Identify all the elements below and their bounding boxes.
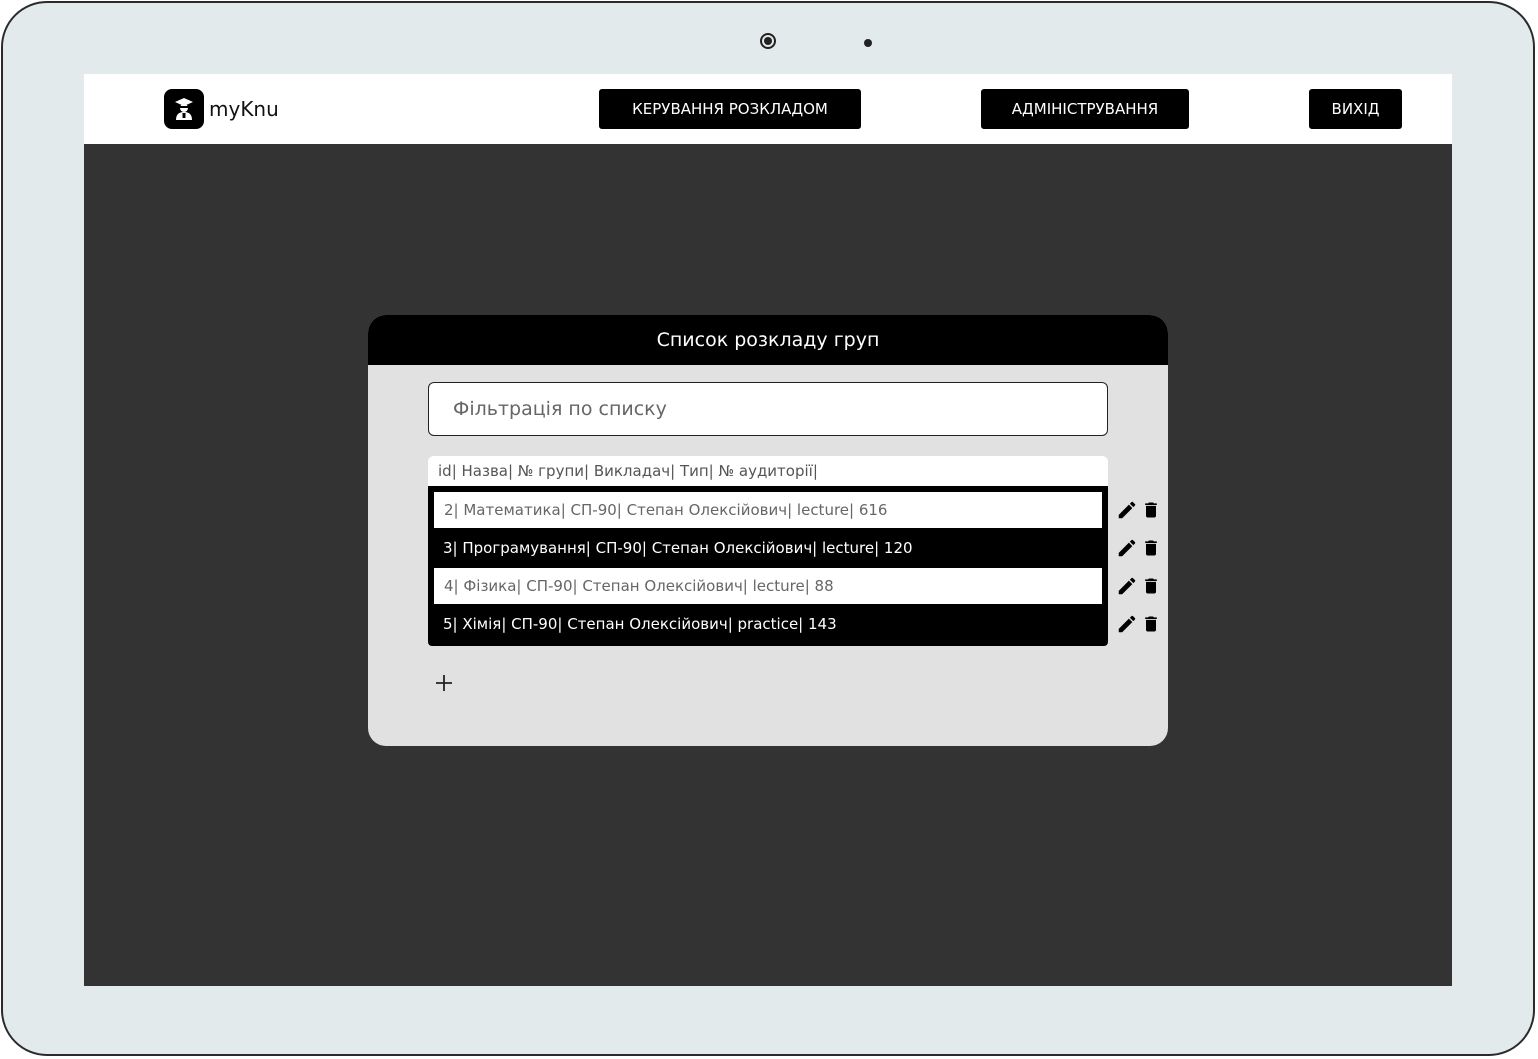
graduate-icon <box>164 89 204 129</box>
list-item[interactable]: 4| Фізика| СП-90| Степан Олексійович| le… <box>434 568 1102 604</box>
row-actions <box>1116 575 1162 597</box>
row-actions <box>1116 537 1162 559</box>
exit-button[interactable]: ВИХІД <box>1309 89 1402 129</box>
top-navbar: myKnu КЕРУВАННЯ РОЗКЛАДОМ АДМІНІСТРУВАНН… <box>84 74 1452 144</box>
filter-input[interactable]: Фільтрація по списку <box>428 382 1108 436</box>
pencil-icon[interactable] <box>1116 499 1138 521</box>
list-item[interactable]: 2| Математика| СП-90| Степан Олексійович… <box>434 492 1102 528</box>
camera-icon <box>760 33 776 49</box>
pencil-icon[interactable] <box>1116 575 1138 597</box>
list-column-header: id| Назва| № групи| Викладач| Тип| № ауд… <box>428 456 1108 486</box>
pencil-icon[interactable] <box>1116 537 1138 559</box>
row-actions <box>1116 499 1162 521</box>
list-item[interactable]: 5| Хімія| СП-90| Степан Олексійович| pra… <box>434 606 1102 642</box>
schedule-list: 2| Математика| СП-90| Степан Олексійович… <box>428 486 1108 646</box>
card-title: Список розкладу груп <box>368 315 1168 365</box>
app-screen: myKnu КЕРУВАННЯ РОЗКЛАДОМ АДМІНІСТРУВАНН… <box>84 74 1452 986</box>
list-item[interactable]: 3| Програмування| СП-90| Степан Олексійо… <box>434 530 1102 566</box>
trash-icon[interactable] <box>1141 575 1161 597</box>
schedule-list-card: Список розкладу груп Фільтрація по списк… <box>368 315 1168 746</box>
logo[interactable]: myKnu <box>164 89 279 129</box>
trash-icon[interactable] <box>1141 613 1161 635</box>
app-name: myKnu <box>209 97 279 121</box>
administration-button[interactable]: АДМІНІСТРУВАННЯ <box>981 89 1189 129</box>
trash-icon[interactable] <box>1141 537 1161 559</box>
pencil-icon[interactable] <box>1116 613 1138 635</box>
schedule-management-button[interactable]: КЕРУВАННЯ РОЗКЛАДОМ <box>599 89 861 129</box>
trash-icon[interactable] <box>1141 499 1161 521</box>
row-actions <box>1116 613 1162 635</box>
sensor-dot <box>864 39 872 47</box>
plus-icon[interactable] <box>432 671 456 695</box>
